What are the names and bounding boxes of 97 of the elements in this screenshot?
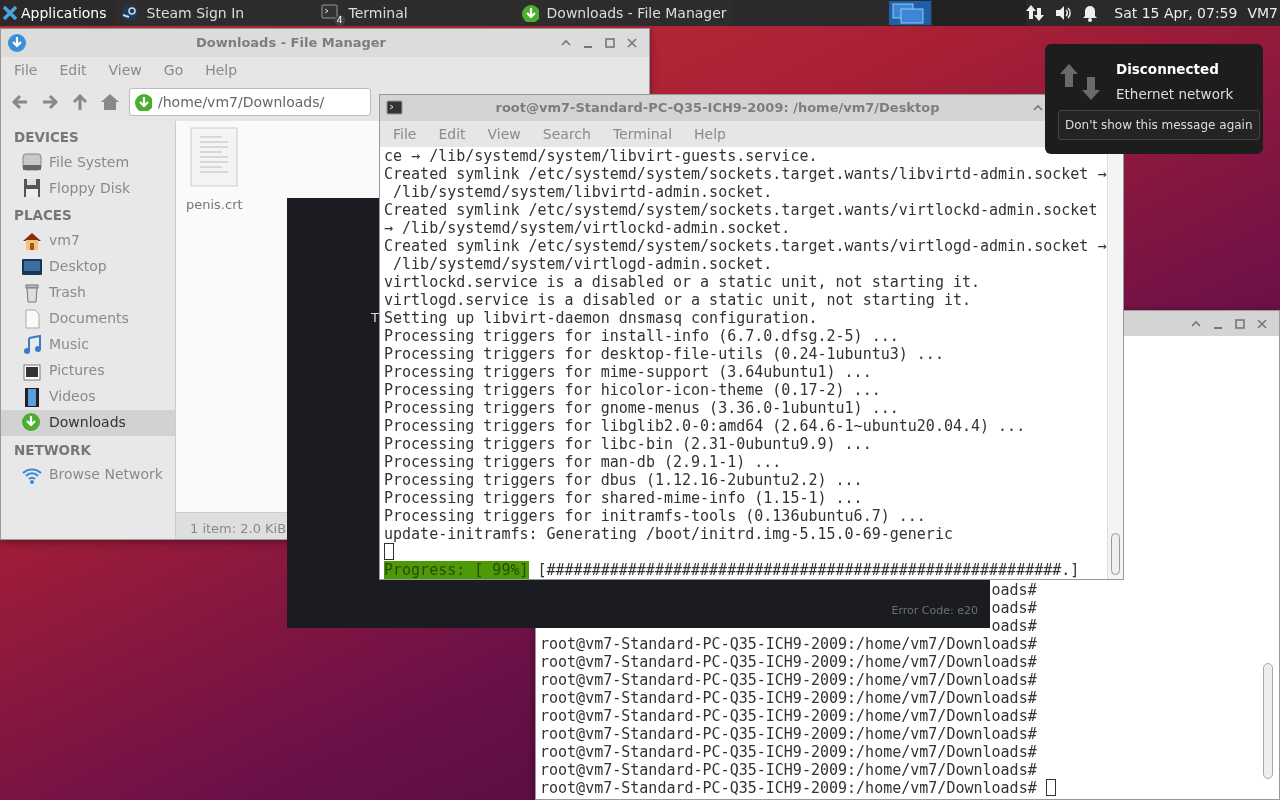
sidebar-heading: PLACES [13, 206, 73, 226]
terminal-line: Created symlink /etc/systemd/system/sockets.target.wants/virtlogd-admin.socket → [384, 237, 1107, 255]
sidebar-item[interactable]: vm7 [1, 227, 175, 254]
close-icon[interactable] [1255, 316, 1269, 331]
bell-icon[interactable] [1082, 4, 1099, 22]
sidebar-item[interactable]: Downloads [1, 409, 175, 436]
terminal-line: Processing triggers for hicolor-icon-theme (0.17-2) ... [384, 381, 882, 399]
sidebar-item[interactable]: Music [1, 331, 175, 358]
sidebar-item[interactable]: Videos [1, 383, 175, 410]
clock[interactable]: Sat 15 Apr, 07:59 [1114, 2, 1238, 24]
network-arrows-icon [1058, 62, 1102, 102]
file-manager-icon [7, 33, 27, 53]
menu-item[interactable]: Help [683, 123, 737, 145]
terminal-line: ce → /lib/systemd/system/libvirt-guests.service. [384, 147, 819, 165]
sidebar-item[interactable]: Floppy Disk [1, 175, 175, 202]
terminal-line: update-initramfs: Generating /boot/initrd.img-5.15.0-69-generic [384, 525, 954, 543]
home-icon[interactable] [99, 91, 121, 113]
terminal-line: /lib/systemd/system/libvirtd-admin.socket. [392, 183, 774, 201]
terminal-line: root@vm7-Standard-PC-Q35-ICH9-2009:/home/vm7/Downloads# [540, 653, 1037, 671]
menu-item[interactable]: Edit [48, 59, 98, 81]
terminal-line: Processing triggers for gnome-menus (3.36.0-1ubuntu1) ... [384, 399, 900, 417]
terminal-line: root@vm7-Standard-PC-Q35-ICH9-2009:/home/vm7/Downloads# [540, 707, 1037, 725]
terminal-line: → /lib/systemd/system/virtlockd-admin.socket. [384, 219, 792, 237]
menu-item[interactable]: View [97, 59, 153, 81]
terminal-line: root@vm7-Standard-PC-Q35-ICH9-2009:/home/vm7/Downloads# [540, 779, 1037, 797]
terminal-line: Processing triggers for libc-bin (2.31-0ubuntu9.9) ... [384, 435, 873, 453]
volume-icon[interactable] [1054, 4, 1073, 22]
terminal-line: Processing triggers for install-info (6.7.0.dfsg.2-5) ... [384, 327, 900, 345]
location-field[interactable]: /home/vm7/Downloads/ [129, 88, 371, 116]
terminal-icon [386, 99, 404, 117]
terminal-line: root@vm7-Standard-PC-Q35-ICH9-2009:/home/vm7/Downloads# [540, 689, 1037, 707]
error-code: Error Code: e20 [891, 602, 978, 619]
menu-item[interactable]: Terminal [601, 123, 684, 145]
menu-item[interactable]: File [3, 59, 49, 81]
sidebar-item[interactable]: File System [1, 149, 175, 176]
terminal-line: root@vm7-Standard-PC-Q35-ICH9-2009:/home/vm7/Downloads# [540, 761, 1037, 779]
terminal-line: Processing triggers for libglib2.0-0:amd64 (2.64.6-1~ubuntu20.04.4) ... [384, 417, 1027, 435]
cursor [1045, 779, 1056, 796]
sidebar-item[interactable]: Documents [1, 305, 175, 332]
dismiss-button[interactable]: Don't show this message again [1058, 109, 1260, 140]
terminal-line: Setting up libvirt-daemon dnsmasq configuration. [384, 309, 819, 327]
notification-text: Ethernet network [1116, 85, 1234, 105]
menu-item[interactable]: View [476, 123, 532, 145]
file-name[interactable]: penis.crt [186, 195, 243, 215]
music-note-icon [21, 333, 43, 356]
cursor [384, 543, 394, 560]
terminal-line: Processing triggers for dbus (1.12.16-2ubuntu2.2) ... [384, 471, 864, 489]
menu-item[interactable]: Edit [427, 123, 477, 145]
maximize-icon[interactable] [1233, 316, 1247, 331]
menu-item[interactable]: File [382, 123, 428, 145]
download-icon [134, 93, 152, 111]
terminal-line: root@vm7-Standard-PC-Q35-ICH9-2009:/home/vm7/Downloads# [540, 743, 1037, 761]
window-count-badge: 4 [334, 15, 345, 26]
notification-title: Disconnected [1116, 60, 1220, 79]
scrollbar-thumb[interactable] [1111, 533, 1120, 575]
terminal-line: root@vm7-Standard-PC-Q35-ICH9-2009:/home/vm7/Downloads# [540, 671, 1037, 689]
terminal-line: virtlogd.service is a disabled or a static unit, not starting it. [384, 291, 972, 309]
menu-item[interactable]: Help [194, 59, 249, 81]
location-text: /home/vm7/Downloads/ [158, 92, 325, 112]
terminal-line: root@vm7-Standard-PC-Q35-ICH9-2009:/home/vm7/Downloads# [540, 725, 1037, 743]
workspace-switcher-icon[interactable] [888, 1, 931, 25]
download-icon [520, 4, 539, 22]
terminal-line: Created symlink /etc/systemd/system/sockets.target.wants/libvirtd-admin.socket → [384, 165, 1107, 183]
progress-label: Progress: [ 99%] [384, 561, 529, 579]
terminal-line: Processing triggers for shared-mime-info (1.15-1) ... [384, 489, 864, 507]
menu-item[interactable]: Go [152, 59, 195, 81]
steam-logo-icon [120, 4, 139, 22]
terminal-line: Processing triggers for initramfs-tools (0.136ubuntu6.7) ... [384, 507, 927, 525]
terminal-line: oads# [991, 581, 1037, 599]
status-text: 1 item: 2.0 KiB [190, 521, 287, 536]
hard-drive-icon [21, 151, 43, 174]
window-text: T [371, 309, 379, 327]
terminal-line: root@vm7-Standard-PC-Q35-ICH9-2009:/home/vm7/Downloads# [540, 635, 1037, 653]
close-icon[interactable] [625, 36, 639, 50]
terminal-line: Created symlink /etc/systemd/system/sockets.target.wants/virtlockd-admin.socket [384, 201, 1099, 219]
x-logo-icon [2, 5, 18, 21]
user-name[interactable]: VM7 [1247, 2, 1278, 24]
sidebar-item[interactable]: Browse Network [1, 461, 175, 488]
terminal-line: Processing triggers for man-db (2.9.1-1) ... [384, 453, 783, 471]
terminal-line: oads# [991, 617, 1037, 635]
terminal-line: virtlockd.service is a disabled or a static unit, not starting it. [384, 273, 982, 291]
sidebar-item[interactable]: Desktop [1, 253, 175, 280]
network-arrows-icon[interactable] [1026, 4, 1045, 22]
window-title: root@vm7-Standard-PC-Q35-ICH9-2009: /home/vm7/Desktop [494, 99, 941, 118]
applications-menu[interactable]: Applications [0, 2, 109, 24]
terminal-line: Processing triggers for mime-support (3.64ubuntu1) ... [384, 363, 873, 381]
sidebar-item[interactable]: Trash [1, 279, 175, 306]
maximize-icon[interactable] [603, 36, 617, 50]
sidebar-item[interactable]: Pictures [1, 357, 175, 384]
window-title: Downloads - File Manager [194, 34, 387, 53]
menu-item[interactable]: Search [531, 123, 602, 145]
terminal-line: oads# [991, 599, 1037, 617]
terminal-line: Processing triggers for desktop-file-utils (0.24-1ubuntu3) ... [384, 345, 945, 363]
sidebar-heading: NETWORK [13, 440, 92, 460]
terminal-line: /lib/systemd/system/virtlogd-admin.socket. [392, 255, 774, 273]
sidebar-heading: DEVICES [13, 128, 80, 147]
download-icon [21, 411, 43, 434]
